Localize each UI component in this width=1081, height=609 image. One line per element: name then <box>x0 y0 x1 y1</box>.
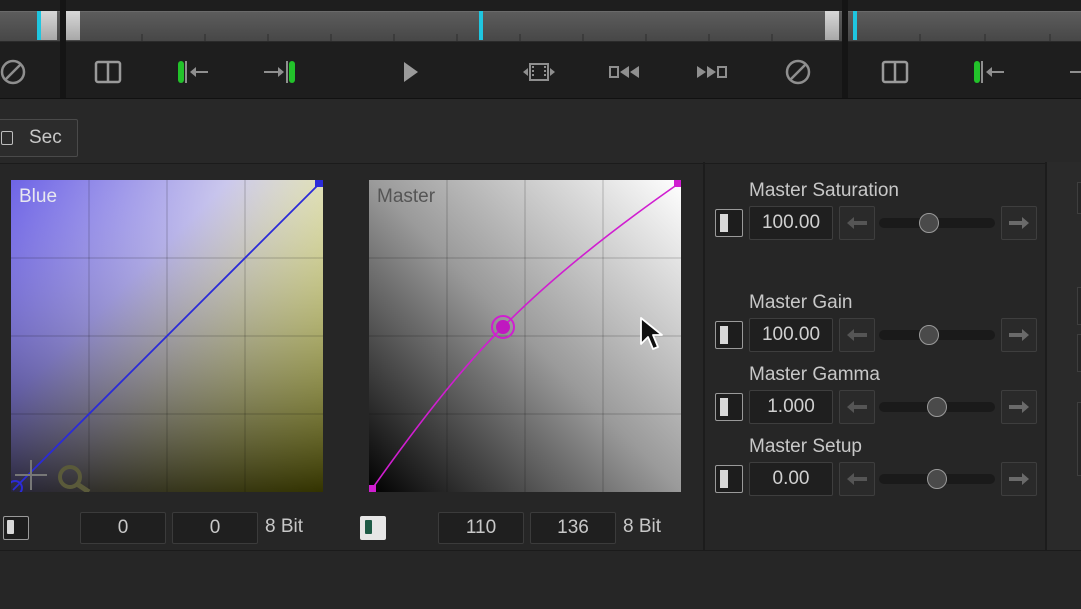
split-view-icon[interactable] <box>92 57 124 87</box>
master-saturation-toggle[interactable] <box>715 209 743 237</box>
blue-curve-toggle[interactable] <box>3 516 29 540</box>
sec-checkbox-icon <box>1 131 13 145</box>
arrow-left-icon <box>847 401 867 413</box>
sec-label: Sec <box>29 127 62 148</box>
master-bit-depth: 8 Bit <box>623 516 662 537</box>
master-output-value[interactable]: 136 <box>530 512 616 544</box>
master-setup-field[interactable]: 0.00 <box>749 462 833 496</box>
mouse-pointer-icon <box>640 317 663 350</box>
toggle-indicator <box>720 326 728 344</box>
timeline-start-handle[interactable] <box>66 11 80 40</box>
go-to-start-icon[interactable] <box>606 57 644 87</box>
master-saturation-field[interactable]: 100.00 <box>749 206 833 240</box>
side-panel-tab[interactable] <box>1077 182 1081 214</box>
master-gain-label: Master Gain <box>749 292 853 313</box>
toggle-indicator <box>720 398 728 416</box>
slider-thumb[interactable] <box>927 469 947 489</box>
mark-out-icon[interactable] <box>260 57 300 87</box>
increase-button[interactable] <box>1001 390 1037 424</box>
side-panel-tab[interactable] <box>1077 334 1081 372</box>
curve-label: Master <box>377 186 436 207</box>
blue-input-value[interactable]: 0 <box>80 512 166 544</box>
mark-in-icon[interactable] <box>970 57 1010 87</box>
play-icon[interactable] <box>396 57 424 87</box>
toggle-indicator <box>720 214 728 232</box>
arrow-left-icon <box>847 217 867 229</box>
slider-thumb[interactable] <box>919 325 939 345</box>
toggle-indicator <box>720 470 728 488</box>
arrow-left-icon <box>847 473 867 485</box>
arrow-left-icon <box>847 329 867 341</box>
toggle-indicator <box>7 520 14 534</box>
bottom-panel <box>0 550 1081 609</box>
go-to-end-icon[interactable] <box>692 57 730 87</box>
increase-button[interactable] <box>1001 206 1037 240</box>
blue-bit-depth: 8 Bit <box>265 516 304 537</box>
disable-icon[interactable] <box>782 57 814 87</box>
decrease-button[interactable] <box>839 390 875 424</box>
panel-header <box>0 98 1081 164</box>
blue-output-value[interactable]: 0 <box>172 512 258 544</box>
playhead-marker[interactable] <box>37 11 41 40</box>
fit-clip-icon[interactable] <box>520 57 558 87</box>
timeline-ticks <box>141 34 773 41</box>
blue-curve-graph[interactable] <box>11 180 323 492</box>
master-gamma-field[interactable]: 1.000 <box>749 390 833 424</box>
master-gain-field[interactable]: 100.00 <box>749 318 833 352</box>
master-gain-slider[interactable] <box>879 325 995 345</box>
timeline-handle[interactable] <box>41 11 57 40</box>
side-panel-tab[interactable] <box>1077 402 1081 476</box>
crosshair-icon <box>15 460 47 490</box>
panel-divider <box>703 162 705 550</box>
master-setup-toggle[interactable] <box>715 465 743 493</box>
arrow-right-icon <box>1009 329 1029 341</box>
mark-out-icon[interactable] <box>1066 57 1081 87</box>
increase-button[interactable] <box>1001 462 1037 496</box>
increase-button[interactable] <box>1001 318 1037 352</box>
master-curve-panel[interactable]: Master <box>369 180 681 492</box>
slider-thumb[interactable] <box>927 397 947 417</box>
decrease-button[interactable] <box>839 462 875 496</box>
mark-in-icon[interactable] <box>174 57 214 87</box>
arrow-right-icon <box>1009 217 1029 229</box>
disable-icon[interactable] <box>0 57 30 87</box>
slider-thumb[interactable] <box>919 213 939 233</box>
timeline-ticks <box>919 34 1051 41</box>
arrow-right-icon <box>1009 473 1029 485</box>
master-input-value[interactable]: 110 <box>438 512 524 544</box>
master-gamma-label: Master Gamma <box>749 364 880 385</box>
master-saturation-label: Master Saturation <box>749 180 899 201</box>
side-panel-tab[interactable] <box>1077 287 1081 325</box>
decrease-button[interactable] <box>839 206 875 240</box>
playhead-marker[interactable] <box>853 11 857 40</box>
master-saturation-slider[interactable] <box>879 213 995 233</box>
master-gain-toggle[interactable] <box>715 321 743 349</box>
toggle-indicator <box>365 520 372 534</box>
master-setup-slider[interactable] <box>879 469 995 489</box>
split-view-icon[interactable] <box>879 57 911 87</box>
master-curve-toggle[interactable] <box>360 516 386 540</box>
magnifier-icon[interactable] <box>55 464 95 492</box>
master-curve-graph[interactable] <box>369 180 681 492</box>
curve-label: Blue <box>19 186 58 207</box>
sec-button[interactable]: Sec <box>0 119 78 157</box>
master-gamma-toggle[interactable] <box>715 393 743 421</box>
master-gamma-slider[interactable] <box>879 397 995 417</box>
decrease-button[interactable] <box>839 318 875 352</box>
arrow-right-icon <box>1009 401 1029 413</box>
blue-curve-panel[interactable]: Blue <box>11 180 323 492</box>
side-panel <box>1045 162 1081 550</box>
timeline-end-handle[interactable] <box>825 11 839 40</box>
master-setup-label: Master Setup <box>749 436 862 457</box>
